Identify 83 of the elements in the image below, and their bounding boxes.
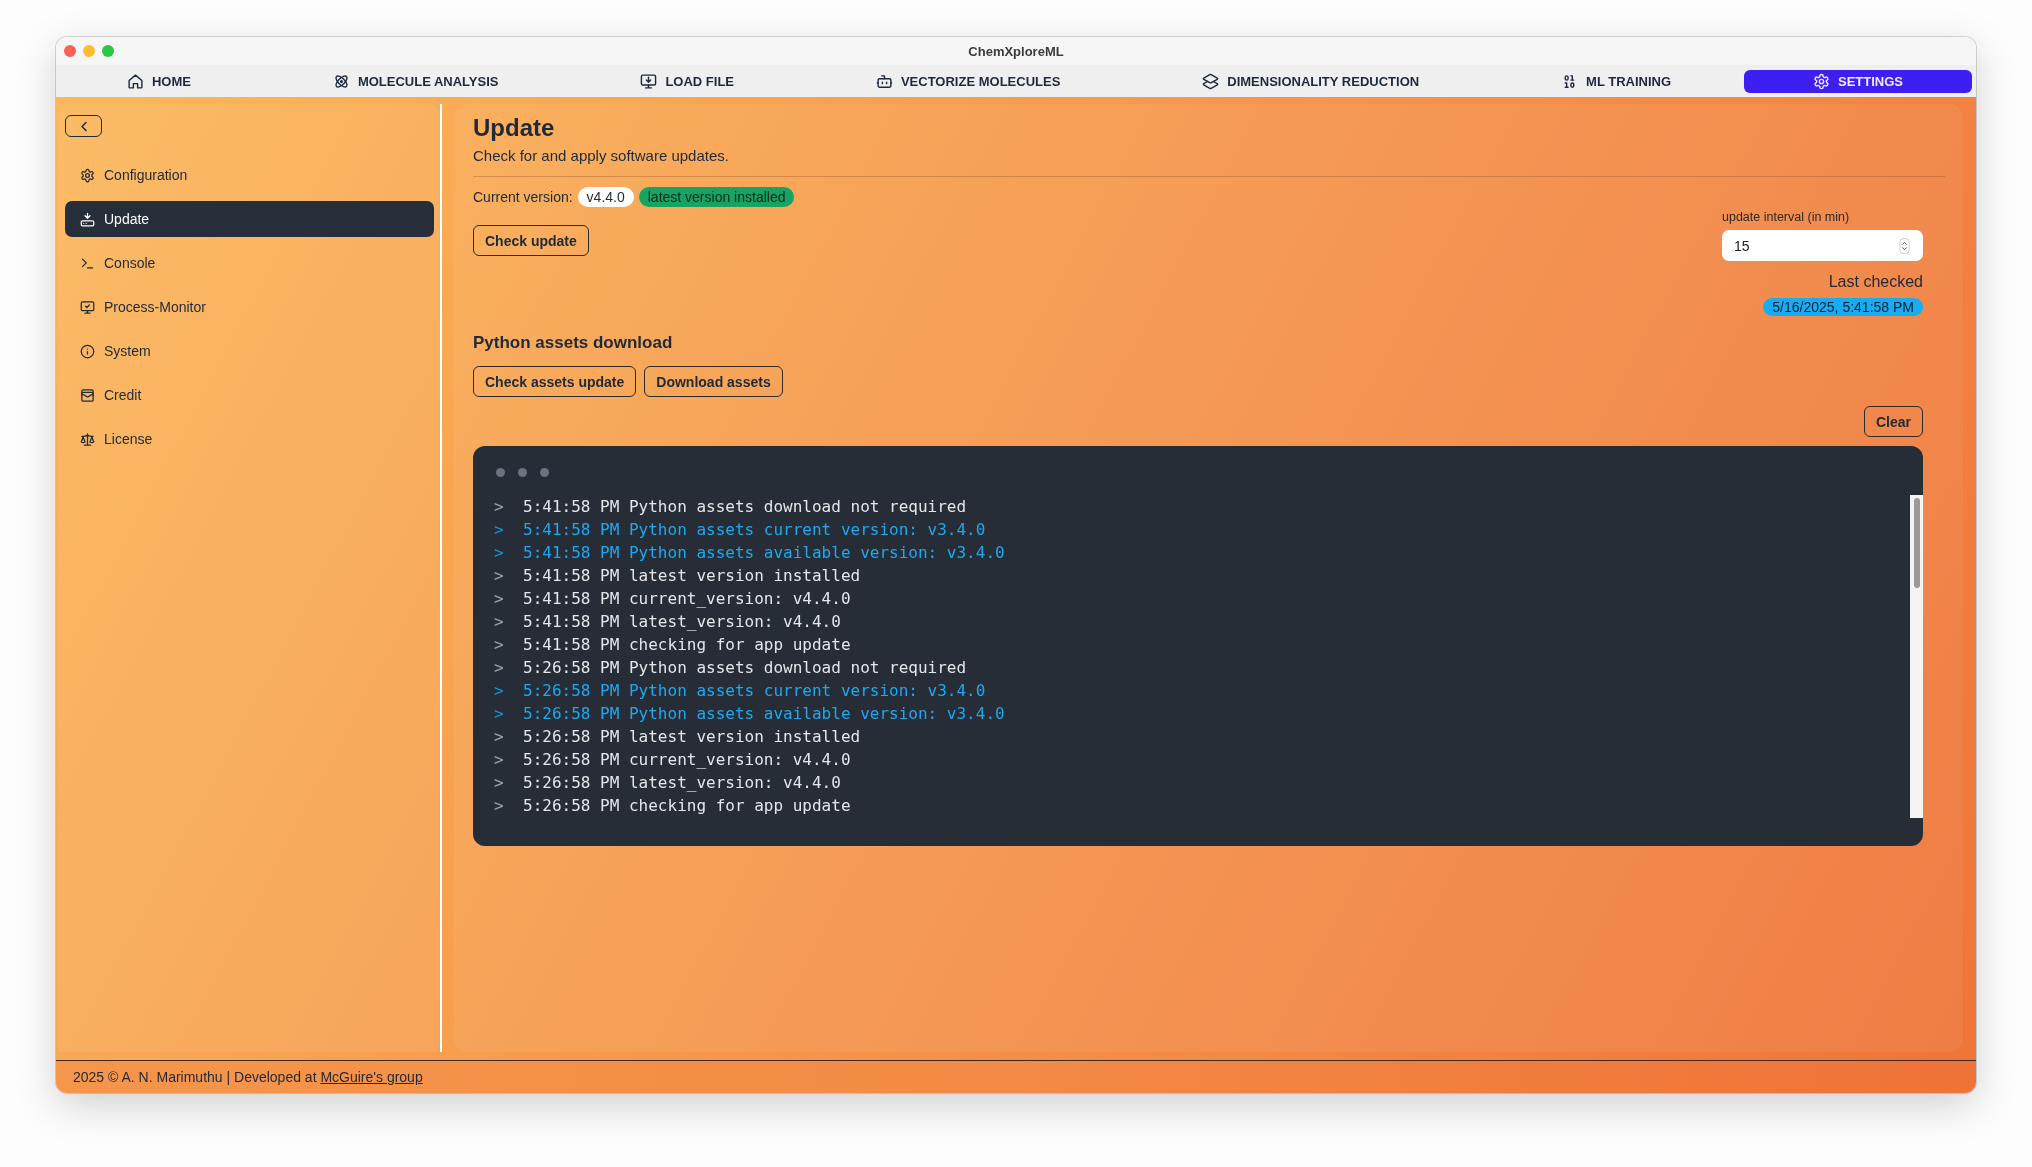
minimize-window-button[interactable] (83, 45, 95, 57)
log-prompt: > (494, 565, 505, 587)
log-message: 5:41:58 PM Python assets available version: v3.4.0 (523, 542, 1005, 564)
settings-icon (1812, 72, 1830, 90)
nav-tab[interactable]: SETTINGS (1744, 69, 1972, 93)
footer-link[interactable]: McGuire's group (320, 1069, 423, 1085)
log-prompt: > (494, 726, 505, 748)
log-prompt: > (494, 588, 505, 610)
chevron-left-icon (79, 120, 88, 132)
log-prompt: > (494, 611, 505, 633)
log-message: 5:26:58 PM Python assets download not required (523, 657, 967, 679)
assets-button[interactable]: Check assets update (473, 366, 637, 397)
log-message: 5:26:58 PM Python assets current version: v3.4.0 (523, 680, 986, 702)
interval-input[interactable]: 15 (1722, 230, 1923, 261)
monitor-download-icon (640, 72, 658, 90)
scrollbar[interactable] (1910, 495, 1923, 818)
log-message: 5:26:58 PM latest version installed (523, 726, 861, 748)
footer-credit: 2025 © A. N. Marimuthu | Developed at McGuire's group (73, 1069, 423, 1085)
status-badge: latest version installed (638, 187, 795, 207)
log-message: 5:41:58 PM latest_version: v4.4.0 (523, 611, 841, 633)
log-message: 5:26:58 PM current_version: v4.4.0 (523, 749, 851, 771)
nav-tab[interactable]: DIMENSIONALITY REDUCTION (1133, 69, 1489, 93)
check-update-button[interactable]: Check update (473, 225, 589, 256)
scrollbar-thumb[interactable] (1913, 498, 1920, 588)
sidebar-item[interactable]: Process-Monitor (65, 289, 434, 325)
log-prompt: > (494, 680, 505, 702)
sidebar-item[interactable]: Console (65, 245, 434, 281)
log-prompt: > (494, 703, 505, 725)
close-window-button[interactable] (64, 45, 76, 57)
window-title: ChemXploreML (968, 43, 1064, 59)
log-prompt: > (494, 795, 505, 817)
terminal-icon (80, 255, 95, 271)
log-prompt: > (494, 542, 505, 564)
nav-tab[interactable]: HOME (58, 69, 260, 93)
log-prompt: > (494, 519, 505, 541)
atom-icon (332, 72, 350, 90)
version-badge: v4.4.0 (577, 187, 634, 207)
log-message: 5:26:58 PM checking for app update (523, 795, 851, 817)
log-prompt: > (494, 496, 505, 518)
log-message: 5:41:58 PM Python assets current version: v3.4.0 (523, 519, 986, 541)
last-checked-label: Last checked (1828, 272, 1923, 292)
log-prompt: > (494, 657, 505, 679)
layers-icon (1202, 72, 1220, 90)
window-dot-icon (496, 468, 505, 477)
page-title: Update (473, 113, 556, 143)
stepper-icon[interactable] (1899, 237, 1910, 254)
settings-icon (80, 167, 95, 183)
clear-button[interactable]: Clear (1863, 406, 1923, 437)
nav-tab[interactable]: ML TRAINING (1492, 69, 1740, 93)
log-message: 5:41:58 PM current_version: v4.4.0 (523, 588, 851, 610)
log-message: 5:26:58 PM Python assets available version: v3.4.0 (523, 703, 1005, 725)
nav-tab[interactable]: LOAD FILE (571, 69, 803, 93)
scale-icon (80, 431, 95, 447)
back-button[interactable] (65, 115, 102, 137)
log-prompt: > (494, 749, 505, 771)
robot-icon (875, 72, 893, 90)
download-icon (80, 211, 95, 227)
log-prompt: > (494, 634, 505, 656)
info-icon (80, 343, 95, 359)
assets-button[interactable]: Download assets (644, 366, 783, 397)
log-message: 5:26:58 PM latest_version: v4.4.0 (523, 772, 841, 794)
sidebar-item[interactable]: Credit (65, 377, 434, 413)
maximize-window-button[interactable] (102, 45, 114, 57)
section-heading: Python assets download (473, 332, 673, 354)
log-message: 5:41:58 PM checking for app update (523, 634, 851, 656)
log-message: 5:41:58 PM Python assets download not required (523, 496, 967, 518)
sidebar-item[interactable]: Update (65, 201, 434, 237)
sidebar-item[interactable]: Configuration (65, 157, 434, 193)
window-dot-icon (540, 468, 549, 477)
sidebar-item[interactable]: License (65, 421, 434, 457)
envelope-icon (80, 387, 95, 403)
page-subtitle: Check for and apply software updates. (473, 146, 730, 166)
nav-tab[interactable]: MOLECULE ANALYSIS (263, 69, 568, 93)
nav-tab[interactable]: VECTORIZE MOLECULES (807, 69, 1130, 93)
log-prompt: > (494, 772, 505, 794)
home-icon (126, 72, 144, 90)
monitor-check-icon (80, 299, 95, 315)
log-message: 5:41:58 PM latest version installed (523, 565, 861, 587)
interval-label: update interval (in min) (1722, 209, 1850, 225)
last-checked-badge: 5/16/2025, 5:41:58 PM (1763, 298, 1923, 316)
version-label: Current version: (473, 189, 573, 205)
window-dot-icon (518, 468, 527, 477)
sidebar-item[interactable]: System (65, 333, 434, 369)
